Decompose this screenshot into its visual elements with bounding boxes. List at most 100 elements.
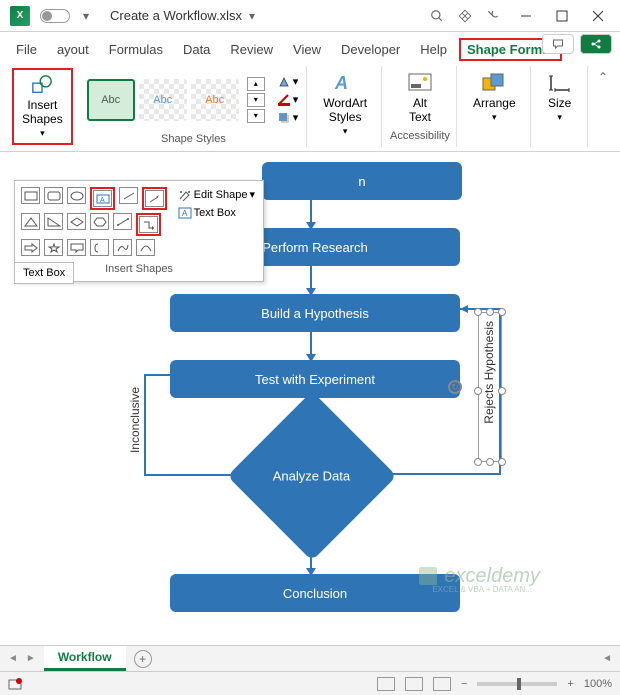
shape-fill-button[interactable]: ▾ [275, 74, 301, 90]
edit-shape-button[interactable]: Edit Shape ▾ [176, 187, 257, 202]
style-swatch-1[interactable]: Abc [95, 92, 126, 108]
label-rejects: Rejects Hypothesis [482, 321, 496, 424]
search-icon[interactable] [430, 9, 444, 23]
filename: Create a Workflow.xlsx [110, 8, 242, 23]
shape-brace[interactable] [90, 239, 109, 256]
alt-text-label: Alt Text [409, 96, 431, 124]
zoom-in[interactable]: + [567, 678, 573, 690]
shape-freeform[interactable] [136, 239, 155, 256]
share-button[interactable] [580, 34, 612, 54]
gallery-down[interactable]: ▾ [247, 93, 265, 107]
arrange-icon [481, 72, 507, 94]
close-button[interactable] [580, 2, 616, 30]
titlebar: X ▾ Create a Workflow.xlsx ▾ [0, 0, 620, 32]
tab-view[interactable]: View [285, 38, 329, 61]
shapes-icon [31, 74, 53, 96]
text-box-button[interactable]: AText Box [176, 206, 257, 220]
shape-styles-label: Shape Styles [161, 133, 226, 145]
wordart-icon: A [332, 72, 358, 94]
arrow-3 [310, 332, 312, 354]
shape-connector[interactable] [113, 213, 132, 230]
size-label: Size [548, 96, 571, 110]
minimize-button[interactable] [508, 2, 544, 30]
arrange-label: Arrange [473, 96, 516, 110]
watermark-sub: EXCEL & VBA + DATA AN... [432, 585, 532, 594]
shape-textbox[interactable]: A [93, 190, 112, 207]
shape-style-gallery[interactable]: Abc Abc Abc [87, 79, 239, 121]
tool-icon[interactable] [486, 9, 500, 23]
shape-rect[interactable] [21, 187, 40, 204]
shape-effects-button[interactable]: ▾ [275, 110, 301, 126]
sheet-tab-workflow[interactable]: Workflow [44, 646, 126, 671]
maximize-button[interactable] [544, 2, 580, 30]
sheet-nav-prev[interactable]: ◄ [8, 653, 18, 664]
wordart-label: WordArt Styles [323, 96, 367, 124]
sheet-tabs: ◄ ► Workflow + ◄ [0, 645, 620, 671]
arrow-2 [310, 266, 312, 288]
shape-hex[interactable] [90, 213, 109, 230]
shape-arrow-right[interactable] [21, 239, 40, 256]
filename-dropdown[interactable]: ▾ [244, 8, 260, 24]
statusbar: − + 100% [0, 671, 620, 695]
insert-shapes-label: Insert Shapes [22, 98, 63, 126]
tab-formulas[interactable]: Formulas [101, 38, 171, 61]
view-page-layout[interactable] [405, 677, 423, 691]
flow-decision[interactable]: Analyze Data [227, 391, 397, 561]
label-inconclusive: Inconclusive [128, 387, 142, 453]
shape-curve[interactable] [113, 239, 132, 256]
tab-developer[interactable]: Developer [333, 38, 408, 61]
svg-text:A: A [100, 197, 105, 204]
shape-rtriangle[interactable] [44, 213, 63, 230]
tab-help[interactable]: Help [412, 38, 455, 61]
shape-elbow[interactable] [139, 216, 158, 233]
alt-text-button[interactable]: Alt Text [399, 68, 441, 128]
qat-dropdown[interactable]: ▾ [78, 8, 94, 24]
ribbon-collapse[interactable]: ⌃ [592, 66, 614, 147]
tab-layout[interactable]: ayout [49, 38, 97, 61]
arrow-5 [310, 546, 312, 568]
zoom-out[interactable]: − [461, 678, 467, 690]
accessibility-label: Accessibility [390, 130, 450, 142]
style-swatch-3[interactable]: Abc [199, 92, 230, 108]
shape-roundrect[interactable] [44, 187, 63, 204]
ribbon-tabs: File ayout Formulas Data Review View Dev… [0, 32, 620, 62]
svg-text:A: A [334, 73, 348, 93]
comments-button[interactable] [542, 34, 574, 54]
gallery-up[interactable]: ▴ [247, 77, 265, 91]
svg-text:A: A [182, 209, 188, 218]
shape-diamond[interactable] [67, 213, 86, 230]
diamond-icon[interactable] [458, 9, 472, 23]
tab-data[interactable]: Data [175, 38, 218, 61]
shape-triangle[interactable] [21, 213, 40, 230]
insert-shapes-button[interactable]: Insert Shapes ▾ [12, 68, 73, 145]
record-macro-icon[interactable] [8, 677, 24, 691]
view-page-break[interactable] [433, 677, 451, 691]
arrange-button[interactable]: Arrange ▾ [465, 68, 524, 127]
style-swatch-2[interactable]: Abc [147, 92, 178, 108]
shape-line[interactable] [119, 187, 138, 204]
zoom-slider[interactable] [477, 682, 557, 686]
tab-file[interactable]: File [8, 38, 45, 61]
selected-textbox[interactable]: Rejects Hypothesis [478, 312, 502, 462]
autosave-toggle[interactable] [40, 9, 70, 23]
size-button[interactable]: Size ▾ [539, 68, 581, 127]
shape-outline-button[interactable]: ▾ [275, 92, 301, 108]
wordart-styles-button[interactable]: A WordArt Styles ▾ [315, 68, 375, 141]
left-connector [140, 360, 180, 540]
shape-ellipse[interactable] [67, 187, 86, 204]
flow-step-1[interactable]: n [262, 162, 462, 200]
sheet-nav-next[interactable]: ► [26, 653, 36, 664]
rotate-handle[interactable]: ↻ [448, 380, 462, 394]
shape-star[interactable] [44, 239, 63, 256]
add-sheet-button[interactable]: + [134, 650, 152, 668]
shape-line-arrow[interactable] [145, 190, 164, 207]
shape-callout[interactable] [67, 239, 86, 256]
arrow-1 [310, 200, 312, 222]
zoom-level[interactable]: 100% [584, 678, 612, 690]
size-icon [547, 72, 573, 94]
view-normal[interactable] [377, 677, 395, 691]
tab-review[interactable]: Review [222, 38, 281, 61]
alt-text-icon [407, 72, 433, 94]
ribbon: Insert Shapes ▾ Abc Abc Abc ▴ ▾ ▾ ▾ ▾ ▾ … [0, 62, 620, 152]
gallery-more[interactable]: ▾ [247, 109, 265, 123]
